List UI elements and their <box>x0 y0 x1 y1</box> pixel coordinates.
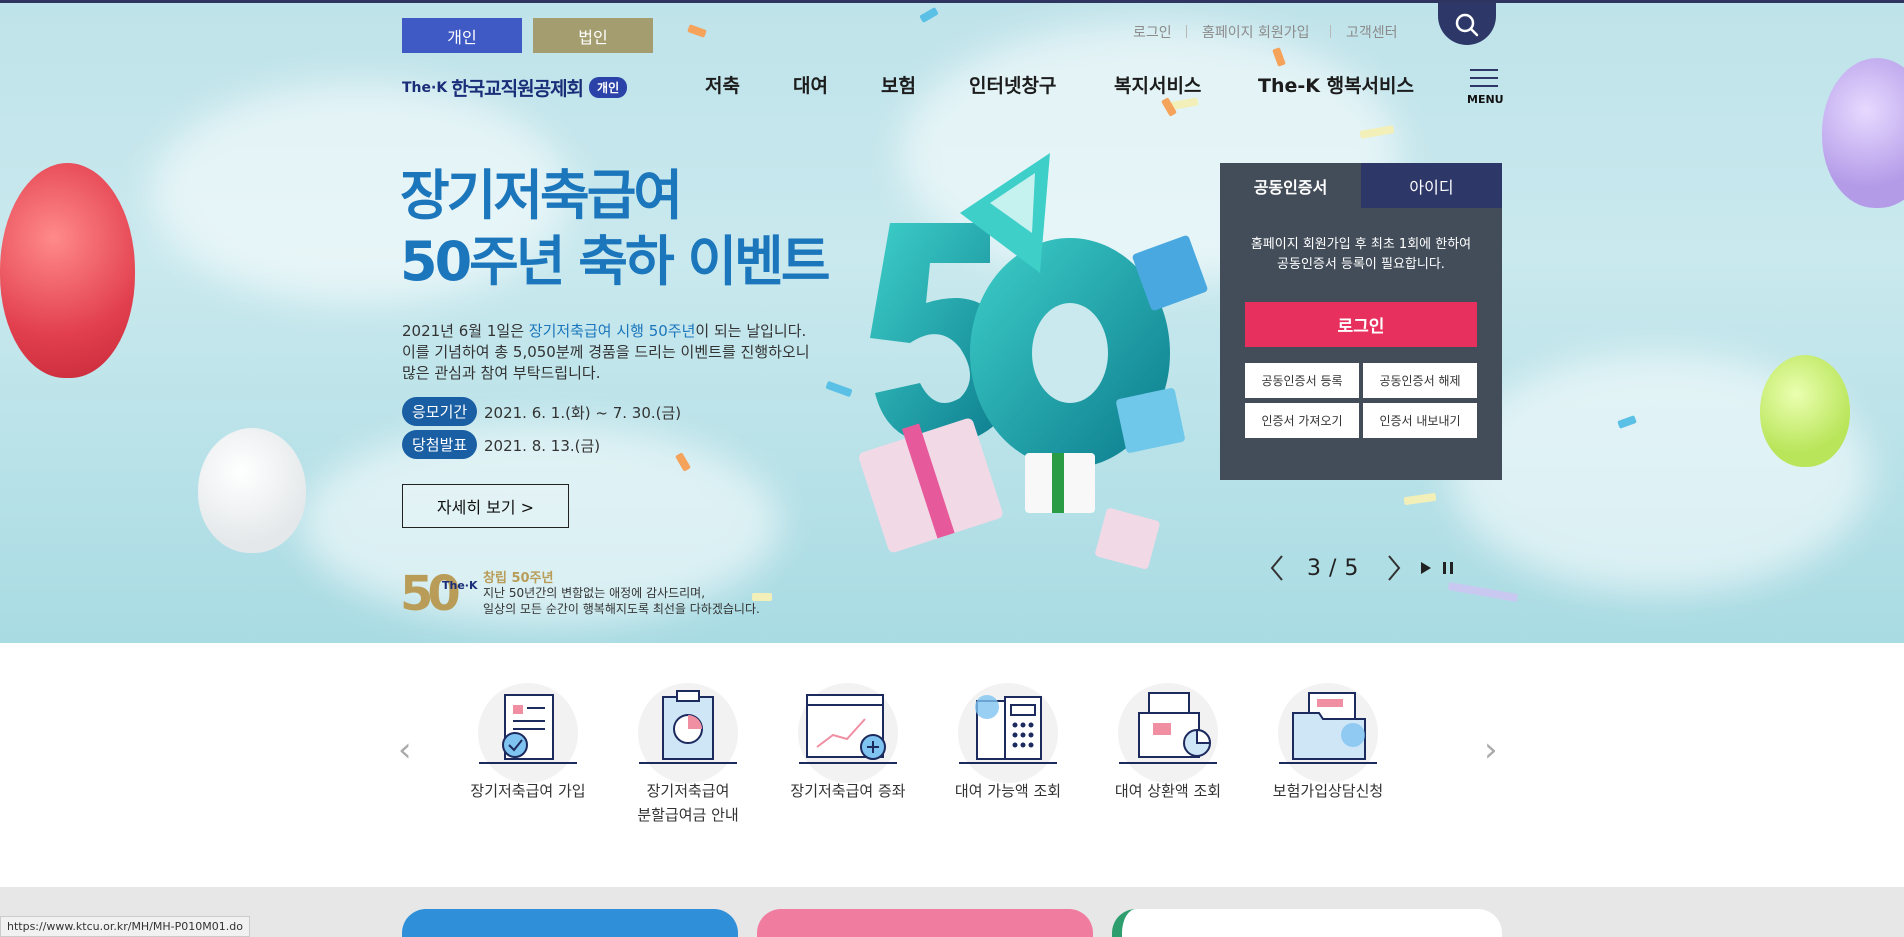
anniversary-logo-brand: The·K <box>442 579 478 592</box>
util-login-link[interactable]: 로그인 <box>1133 22 1172 42</box>
announce-label: 당첨발표 <box>402 430 478 459</box>
anniversary-title: 창립 50주년 <box>483 571 554 586</box>
hamburger-icon <box>1470 69 1498 71</box>
quick-item-loan-available[interactable]: 대여 가능액 조회 <box>938 683 1078 803</box>
quick-item-savings-join[interactable]: 장기저축급여 가입 <box>458 683 598 803</box>
pause-icon[interactable] <box>1440 553 1456 583</box>
site-logo[interactable]: The·K 한국교직원공제회 개인 <box>402 74 628 101</box>
prev-slide-icon[interactable] <box>1268 553 1288 583</box>
green-balloon-image <box>1760 355 1850 467</box>
cert-export-button[interactable]: 인증서 내보내기 <box>1363 403 1477 438</box>
detail-button[interactable]: 자세히 보기 > <box>402 484 569 528</box>
bottom-section <box>0 887 1904 937</box>
next-slide-icon[interactable] <box>1383 553 1403 583</box>
gnb-thek-happy-service[interactable]: The-K 행복서비스 <box>1258 71 1414 98</box>
logo-name: 한국교직원공제회 <box>451 78 584 100</box>
util-divider <box>1330 25 1331 38</box>
gnb-insurance[interactable]: 보험 <box>881 71 916 98</box>
quick-menu: ‹ 장기저축급여 가입 장기저축급여 분할급여금 안내 장기저축급여 증좌 대여… <box>0 643 1904 887</box>
quick-prev-icon[interactable]: ‹ <box>398 730 412 770</box>
bottom-card-white[interactable] <box>1112 909 1502 937</box>
period-value: 2021. 6. 1.(화) ~ 7. 30.(금) <box>484 404 682 422</box>
logo-brand: The·K <box>402 79 448 96</box>
growth-chart-icon <box>799 694 897 764</box>
calculator-icon <box>959 695 1057 764</box>
announce-value: 2021. 8. 13.(금) <box>484 437 601 455</box>
gnb-internet-window[interactable]: 인터넷창구 <box>969 71 1056 98</box>
quick-item-installment-guide[interactable]: 장기저축급여 분할급여금 안내 <box>618 683 758 827</box>
search-icon <box>1455 13 1479 37</box>
cert-release-button[interactable]: 공동인증서 해제 <box>1363 363 1477 398</box>
quick-item-loan-repayment[interactable]: 대여 상환액 조회 <box>1098 683 1238 803</box>
document-check-icon <box>479 694 577 764</box>
corporate-button[interactable]: 법인 <box>533 18 653 53</box>
menu-button[interactable]: MENU <box>1467 69 1504 109</box>
white-balloon-image <box>198 428 306 553</box>
util-divider <box>1186 25 1187 38</box>
confetti <box>919 7 939 23</box>
hero-banner: 개인 법인 로그인 홈페이지 회원가입 고객센터 The·K 한국교직원공제회 … <box>0 3 1904 643</box>
quick-item-insurance-consult[interactable]: 보험가입상담신청 <box>1258 683 1398 803</box>
play-icon[interactable] <box>1418 553 1434 583</box>
gnb-savings[interactable]: 저축 <box>705 71 740 98</box>
tab-id[interactable]: 아이디 <box>1361 163 1502 208</box>
util-customer-center-link[interactable]: 고객센터 <box>1346 22 1398 42</box>
login-note: 홈페이지 회원가입 후 최초 1회에 한하여 공동인증서 등록이 필요합니다. <box>1250 237 1472 272</box>
individual-button[interactable]: 개인 <box>402 18 522 53</box>
red-balloon-image <box>0 163 135 378</box>
cert-register-button[interactable]: 공동인증서 등록 <box>1245 363 1359 398</box>
purple-balloon-image <box>1822 58 1904 208</box>
quick-item-savings-increase[interactable]: 장기저축급여 증좌 <box>778 683 918 803</box>
util-signup-link[interactable]: 홈페이지 회원가입 <box>1202 22 1310 42</box>
anniversary-logo: 50 <box>400 566 461 622</box>
menu-label: MENU <box>1467 93 1504 106</box>
period-label: 응모기간 <box>402 397 478 426</box>
quick-next-icon[interactable]: › <box>1484 730 1498 770</box>
tab-certificate[interactable]: 공동인증서 <box>1220 163 1361 208</box>
hero-description: 2021년 6월 1일은 장기저축급여 시행 50주년이 되는 날입니다. 이를… <box>402 322 810 382</box>
fifty-anniversary-illustration <box>859 153 1208 570</box>
cert-import-button[interactable]: 인증서 가져오기 <box>1245 403 1359 438</box>
payment-stack-icon <box>1119 692 1217 764</box>
status-bar-url: https://www.ktcu.or.kr/MH/MH-P010M01.do <box>0 916 250 937</box>
bottom-card-blue[interactable] <box>402 909 738 937</box>
slide-counter: 3 / 5 <box>1307 555 1359 581</box>
bottom-card-pink[interactable] <box>757 909 1093 937</box>
gnb-loan[interactable]: 대여 <box>793 71 828 98</box>
clipboard-chart-icon <box>639 690 737 764</box>
gnb-welfare[interactable]: 복지서비스 <box>1114 71 1201 98</box>
login-button[interactable]: 로그인 <box>1245 302 1477 347</box>
confetti <box>1447 581 1519 603</box>
confetti <box>687 24 707 38</box>
search-button[interactable] <box>1438 3 1496 45</box>
hero-title: 장기저축급여 50주년 축하 이벤트 <box>400 164 831 293</box>
logo-badge: 개인 <box>589 77 628 98</box>
anniversary-text: 지난 50년간의 변함없는 애정에 감사드리며, 일상의 모든 순간이 행복해지… <box>483 586 760 616</box>
login-panel: 공동인증서 아이디 홈페이지 회원가입 후 최초 1회에 한하여 공동인증서 등… <box>1220 163 1502 480</box>
confetti <box>1403 492 1437 506</box>
folder-icon <box>1279 692 1377 764</box>
